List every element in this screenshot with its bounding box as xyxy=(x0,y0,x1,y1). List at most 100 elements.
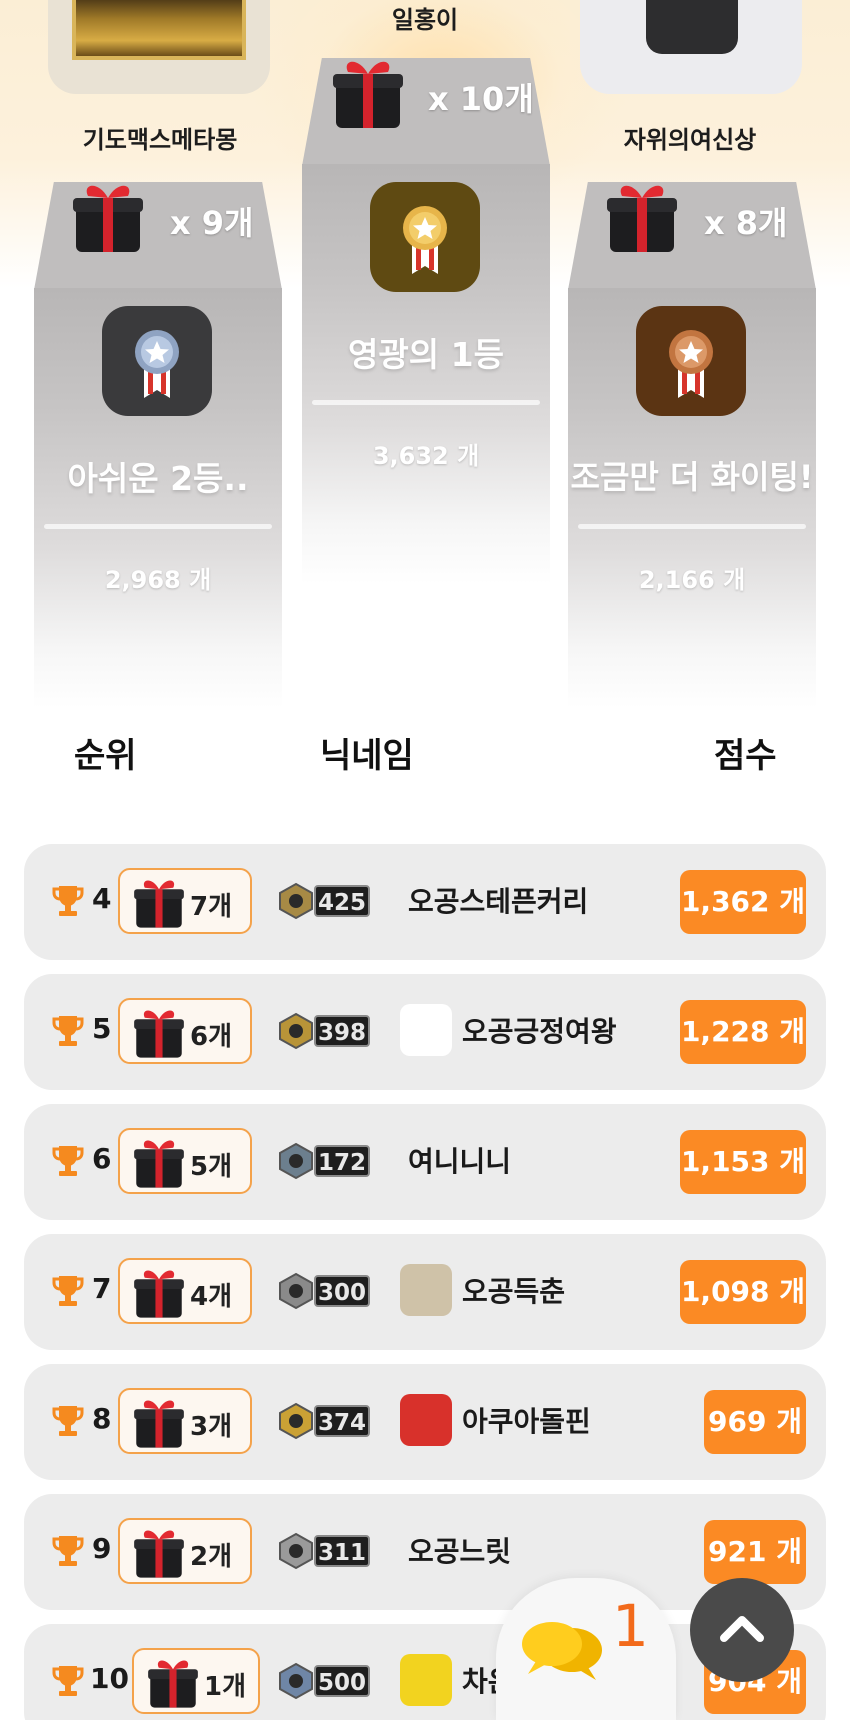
third-place-gift-count: x 8개 xyxy=(704,204,788,242)
level-number: 172 xyxy=(314,1145,370,1177)
trophy-icon xyxy=(52,1144,84,1178)
gift-box-icon xyxy=(132,1523,186,1585)
level-badge: 374 xyxy=(276,1402,376,1440)
ranking-row[interactable]: 7 4개 300 오공득춘 1,098 개 xyxy=(24,1234,826,1350)
user-avatar xyxy=(400,1264,452,1316)
gift-box-icon xyxy=(607,185,677,252)
third-place-title: 조금만 더 화이팅! xyxy=(570,458,814,496)
level-number: 311 xyxy=(314,1535,370,1567)
score-badge: 921 개 xyxy=(704,1520,806,1584)
avatar-second-place[interactable] xyxy=(48,0,270,94)
first-place-title: 영광의 1등 xyxy=(348,335,504,374)
avatar-image xyxy=(646,0,738,54)
rank-number: 5 xyxy=(92,1012,112,1045)
second-place-title: 아쉬운 2등.. xyxy=(67,459,249,498)
gift-count-pill: 3개 xyxy=(118,1388,252,1454)
user-avatar xyxy=(400,1004,452,1056)
user-nickname[interactable]: 여니니니 xyxy=(408,1140,511,1180)
ranking-row[interactable]: 5 6개 398 오공긍정여왕 1,228 개 xyxy=(24,974,826,1090)
level-badge-icon xyxy=(279,1142,313,1180)
gift-count: 6개 xyxy=(190,1022,233,1052)
avatar-third-place[interactable] xyxy=(580,0,802,94)
second-place-score: 2,968 개 xyxy=(104,566,212,594)
trophy-icon xyxy=(52,884,84,918)
score-column-header: 점수 xyxy=(714,736,777,776)
rank-number: 8 xyxy=(92,1402,112,1435)
score-badge: 1,228 개 xyxy=(680,1000,806,1064)
gift-count-pill: 4개 xyxy=(118,1258,252,1324)
level-badge: 398 xyxy=(276,1012,376,1050)
level-badge-icon xyxy=(279,882,313,920)
trophy-icon xyxy=(52,1534,84,1568)
level-badge: 172 xyxy=(276,1142,376,1180)
gift-box-icon xyxy=(132,873,186,935)
chat-button[interactable]: 1 xyxy=(496,1578,676,1720)
level-badge-icon xyxy=(279,1012,313,1050)
level-badge: 500 xyxy=(276,1662,376,1700)
gift-count: 5개 xyxy=(190,1152,233,1182)
score-badge: 969 개 xyxy=(704,1390,806,1454)
gift-box-icon xyxy=(132,1393,186,1455)
user-nickname[interactable]: 아쿠아돌핀 xyxy=(462,1400,591,1440)
gift-box-icon xyxy=(333,61,403,128)
level-number: 500 xyxy=(314,1665,370,1697)
user-nickname[interactable]: 오공느릿 xyxy=(408,1530,511,1570)
trophy-icon xyxy=(52,1274,84,1308)
bronze-medal-icon xyxy=(636,306,746,416)
rank-number: 4 xyxy=(92,882,112,915)
divider xyxy=(312,400,540,405)
nickname-column-header: 닉네임 xyxy=(320,736,414,776)
level-badge-icon xyxy=(279,1402,313,1440)
user-nickname[interactable]: 오공긍정여왕 xyxy=(462,1010,617,1050)
rank-number: 6 xyxy=(92,1142,112,1175)
gift-count: 2개 xyxy=(190,1542,233,1572)
gift-count: 7개 xyxy=(190,892,233,922)
user-avatar xyxy=(400,1654,452,1706)
trophy-icon xyxy=(52,1664,84,1698)
gift-box-icon xyxy=(132,1133,186,1195)
trophy-icon xyxy=(52,1014,84,1048)
level-number: 398 xyxy=(314,1015,370,1047)
chat-bubbles-icon xyxy=(522,1622,602,1680)
gift-count: 4개 xyxy=(190,1282,233,1312)
level-badge-icon xyxy=(279,1272,313,1310)
gift-count-pill: 2개 xyxy=(118,1518,252,1584)
gift-count: 1개 xyxy=(204,1672,247,1702)
first-place-gift-count: x 10개 xyxy=(428,80,534,118)
gift-count: 3개 xyxy=(190,1412,233,1442)
level-number: 374 xyxy=(314,1405,370,1437)
trophy-icon xyxy=(52,1404,84,1438)
gift-count-pill: 7개 xyxy=(118,868,252,934)
third-place-nickname: 자위의여신상 xyxy=(623,126,757,154)
divider xyxy=(578,524,806,529)
gift-count-pill: 6개 xyxy=(118,998,252,1064)
divider xyxy=(44,524,272,529)
user-nickname[interactable]: 오공스테픈커리 xyxy=(408,880,588,920)
rank-number: 9 xyxy=(92,1532,112,1565)
gift-box-icon xyxy=(132,1263,186,1325)
level-badge: 425 xyxy=(276,882,376,920)
ranking-row[interactable]: 4 7개 425 오공스테픈커리 1,362 개 xyxy=(24,844,826,960)
scroll-top-button[interactable] xyxy=(690,1578,794,1682)
gold-medal-icon xyxy=(370,182,480,292)
score-badge: 1,362 개 xyxy=(680,870,806,934)
avatar-image xyxy=(72,0,246,60)
silver-medal-icon xyxy=(102,306,212,416)
level-badge-icon xyxy=(279,1532,313,1570)
user-nickname[interactable]: 오공득춘 xyxy=(462,1270,565,1310)
rank-number: 7 xyxy=(92,1272,112,1305)
second-place-podium: 아쉬운 2등.. 2,968 개 xyxy=(34,288,282,708)
gift-box-icon xyxy=(73,185,143,252)
level-number: 300 xyxy=(314,1275,370,1307)
gift-box-icon xyxy=(132,1003,186,1065)
second-place-nickname: 기도맥스메타몽 xyxy=(82,126,238,154)
level-badge-icon xyxy=(279,1662,313,1700)
level-badge: 300 xyxy=(276,1272,376,1310)
score-badge: 1,153 개 xyxy=(680,1130,806,1194)
user-avatar xyxy=(400,1394,452,1446)
ranking-row[interactable]: 6 5개 172 여니니니 1,153 개 xyxy=(24,1104,826,1220)
first-place-score: 3,632 개 xyxy=(372,442,480,470)
ranking-row[interactable]: 8 3개 374 아쿠아돌핀 969 개 xyxy=(24,1364,826,1480)
first-place-podium: 영광의 1등 3,632 개 xyxy=(302,164,550,584)
chevron-up-icon xyxy=(720,1616,764,1642)
